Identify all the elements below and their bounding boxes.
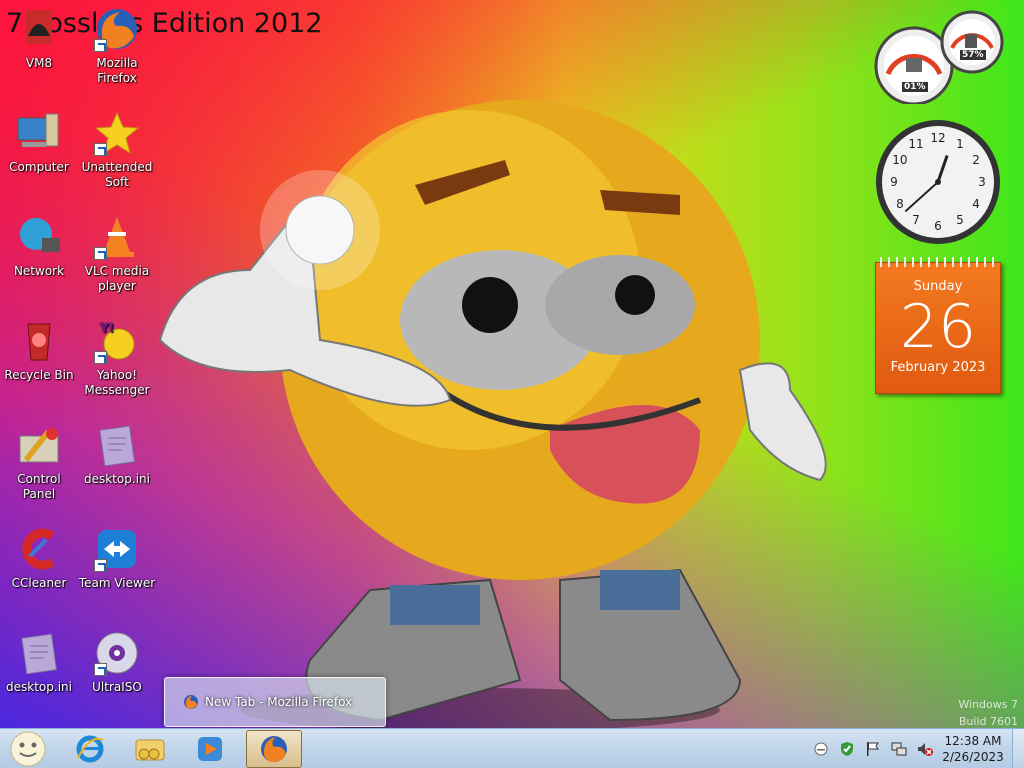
- memory-percent: 57%: [960, 50, 986, 60]
- taskbar-time: 12:38 AM: [944, 734, 1002, 748]
- smiley-tray-icon[interactable]: [812, 740, 830, 758]
- desktop-icon-vlc[interactable]: VLC media player: [78, 214, 156, 294]
- desktop-icon-label: Recycle Bin: [4, 368, 74, 382]
- clock-number: 2: [972, 153, 980, 167]
- firefox-icon: [184, 695, 198, 709]
- desktop-icon-computer[interactable]: Computer: [0, 110, 78, 175]
- cpu-percent: 01%: [902, 82, 928, 92]
- taskbar-date: 2/26/2023: [942, 750, 1004, 764]
- show-desktop-button[interactable]: [1012, 729, 1024, 768]
- clock-number: 7: [912, 213, 920, 227]
- windows-build-watermark: Windows 7 Build 7601: [958, 696, 1018, 730]
- internet-explorer-icon: [76, 735, 104, 763]
- firefox-icon: [261, 736, 287, 763]
- vm8-icon: [16, 6, 62, 52]
- ini-file-icon: [94, 422, 140, 468]
- desktop-icon-label: VM8: [25, 56, 53, 70]
- windows-media-player-icon: [198, 737, 222, 761]
- desktop-icon-recycle-bin[interactable]: Recycle Bin: [0, 318, 78, 383]
- computer-icon: [16, 110, 62, 156]
- clock-number: 6: [934, 219, 942, 233]
- desktop-icon-desktop-ini-2[interactable]: desktop.ini: [0, 630, 78, 695]
- wallpaper-smiley-art: [158, 100, 827, 730]
- windows-explorer-icon: [135, 739, 165, 761]
- vlc-icon: [94, 214, 140, 260]
- taskbar-windows-explorer[interactable]: [122, 730, 178, 768]
- taskbar: 12:38 AM 2/26/2023: [0, 728, 1024, 768]
- desktop-icon-desktop-ini-1[interactable]: desktop.ini: [78, 422, 156, 487]
- network-tray-icon[interactable]: [890, 740, 908, 758]
- thumbnail-title: New Tab - Mozilla Firefox: [205, 695, 353, 709]
- desktop-icon-label: Yahoo! Messenger: [84, 368, 150, 397]
- desktop-icon-mozilla-firefox[interactable]: Mozilla Firefox: [78, 6, 156, 86]
- desktop-icon-label: Mozilla Firefox: [96, 56, 138, 85]
- desktop-icon-label: desktop.ini: [84, 472, 150, 486]
- network-icon: [16, 214, 62, 260]
- taskbar-thumbnail-popup[interactable]: New Tab - Mozilla Firefox: [164, 677, 386, 727]
- desktop-icon-label: Unattended Soft: [81, 160, 153, 189]
- clock-gadget[interactable]: 1 2 3 4 5 6 7 8 9 10 11 12: [874, 118, 1002, 246]
- clock-number: 12: [930, 131, 945, 145]
- desktop-icon-label: desktop.ini: [6, 680, 72, 694]
- yahoo-messenger-icon: Y!: [94, 318, 140, 364]
- clock-number: 1: [956, 137, 964, 151]
- desktop-icon-label: Computer: [9, 160, 69, 174]
- clock-number: 11: [908, 137, 923, 151]
- taskbar-internet-explorer[interactable]: [62, 730, 118, 768]
- recycle-bin-icon: [16, 318, 62, 364]
- clock-number: 9: [890, 175, 898, 189]
- clock-number: 3: [978, 175, 986, 189]
- desktop-icon-label: CCleaner: [11, 576, 67, 590]
- clock-number: 8: [896, 197, 904, 211]
- taskbar-windows-media-player[interactable]: [182, 730, 238, 768]
- build-line-1: Windows 7: [958, 698, 1018, 711]
- taskbar-clock[interactable]: 12:38 AM 2/26/2023: [938, 733, 1008, 765]
- ini-file-icon: [16, 630, 62, 676]
- clock-number: 4: [972, 197, 980, 211]
- desktop-icon-network[interactable]: Network: [0, 214, 78, 279]
- calendar-day: 26: [899, 292, 977, 362]
- control-panel-icon: [16, 422, 62, 468]
- ccleaner-icon: [16, 526, 62, 572]
- taskbar-firefox[interactable]: [246, 730, 302, 768]
- security-shield-icon[interactable]: [838, 740, 856, 758]
- firefox-icon: [94, 6, 140, 52]
- desktop-icon-label: Team Viewer: [78, 576, 156, 590]
- ultraiso-icon: [94, 630, 140, 676]
- system-tray: [812, 729, 934, 768]
- desktop-icon-vm8[interactable]: VM8: [0, 6, 78, 71]
- desktop-icon-ultraiso[interactable]: UltraISO: [78, 630, 156, 695]
- desktop-icon-ccleaner[interactable]: CCleaner: [0, 526, 78, 591]
- desktop-icon-label: Network: [13, 264, 65, 278]
- desktop-icon-label: VLC media player: [84, 264, 150, 293]
- clock-number: 10: [892, 153, 907, 167]
- desktop-icon-control-panel[interactable]: Control Panel: [0, 422, 78, 502]
- teamviewer-icon: [94, 526, 140, 572]
- volume-muted-icon[interactable]: [916, 740, 934, 758]
- calendar-month-year: February 2023: [890, 360, 986, 375]
- action-center-flag-icon[interactable]: [864, 740, 882, 758]
- desktop-icon-yahoo-messenger[interactable]: Y! Yahoo! Messenger: [78, 318, 156, 398]
- calendar-gadget[interactable]: Sunday 26 February 2023: [875, 257, 1001, 394]
- star-icon: [94, 110, 140, 156]
- desktop-icon-label: Control Panel: [17, 472, 61, 501]
- calendar-rings: [880, 257, 996, 267]
- desktop-icon-team-viewer[interactable]: Team Viewer: [78, 526, 156, 591]
- desktop-icon-unattended-soft[interactable]: Unattended Soft: [78, 110, 156, 190]
- cpu-meter-gadget[interactable]: 01% 57%: [874, 8, 1004, 106]
- desktop-icon-label: UltraISO: [92, 680, 142, 694]
- clock-number: 5: [956, 213, 964, 227]
- svg-text:Y!: Y!: [99, 321, 114, 335]
- start-button[interactable]: [8, 731, 48, 767]
